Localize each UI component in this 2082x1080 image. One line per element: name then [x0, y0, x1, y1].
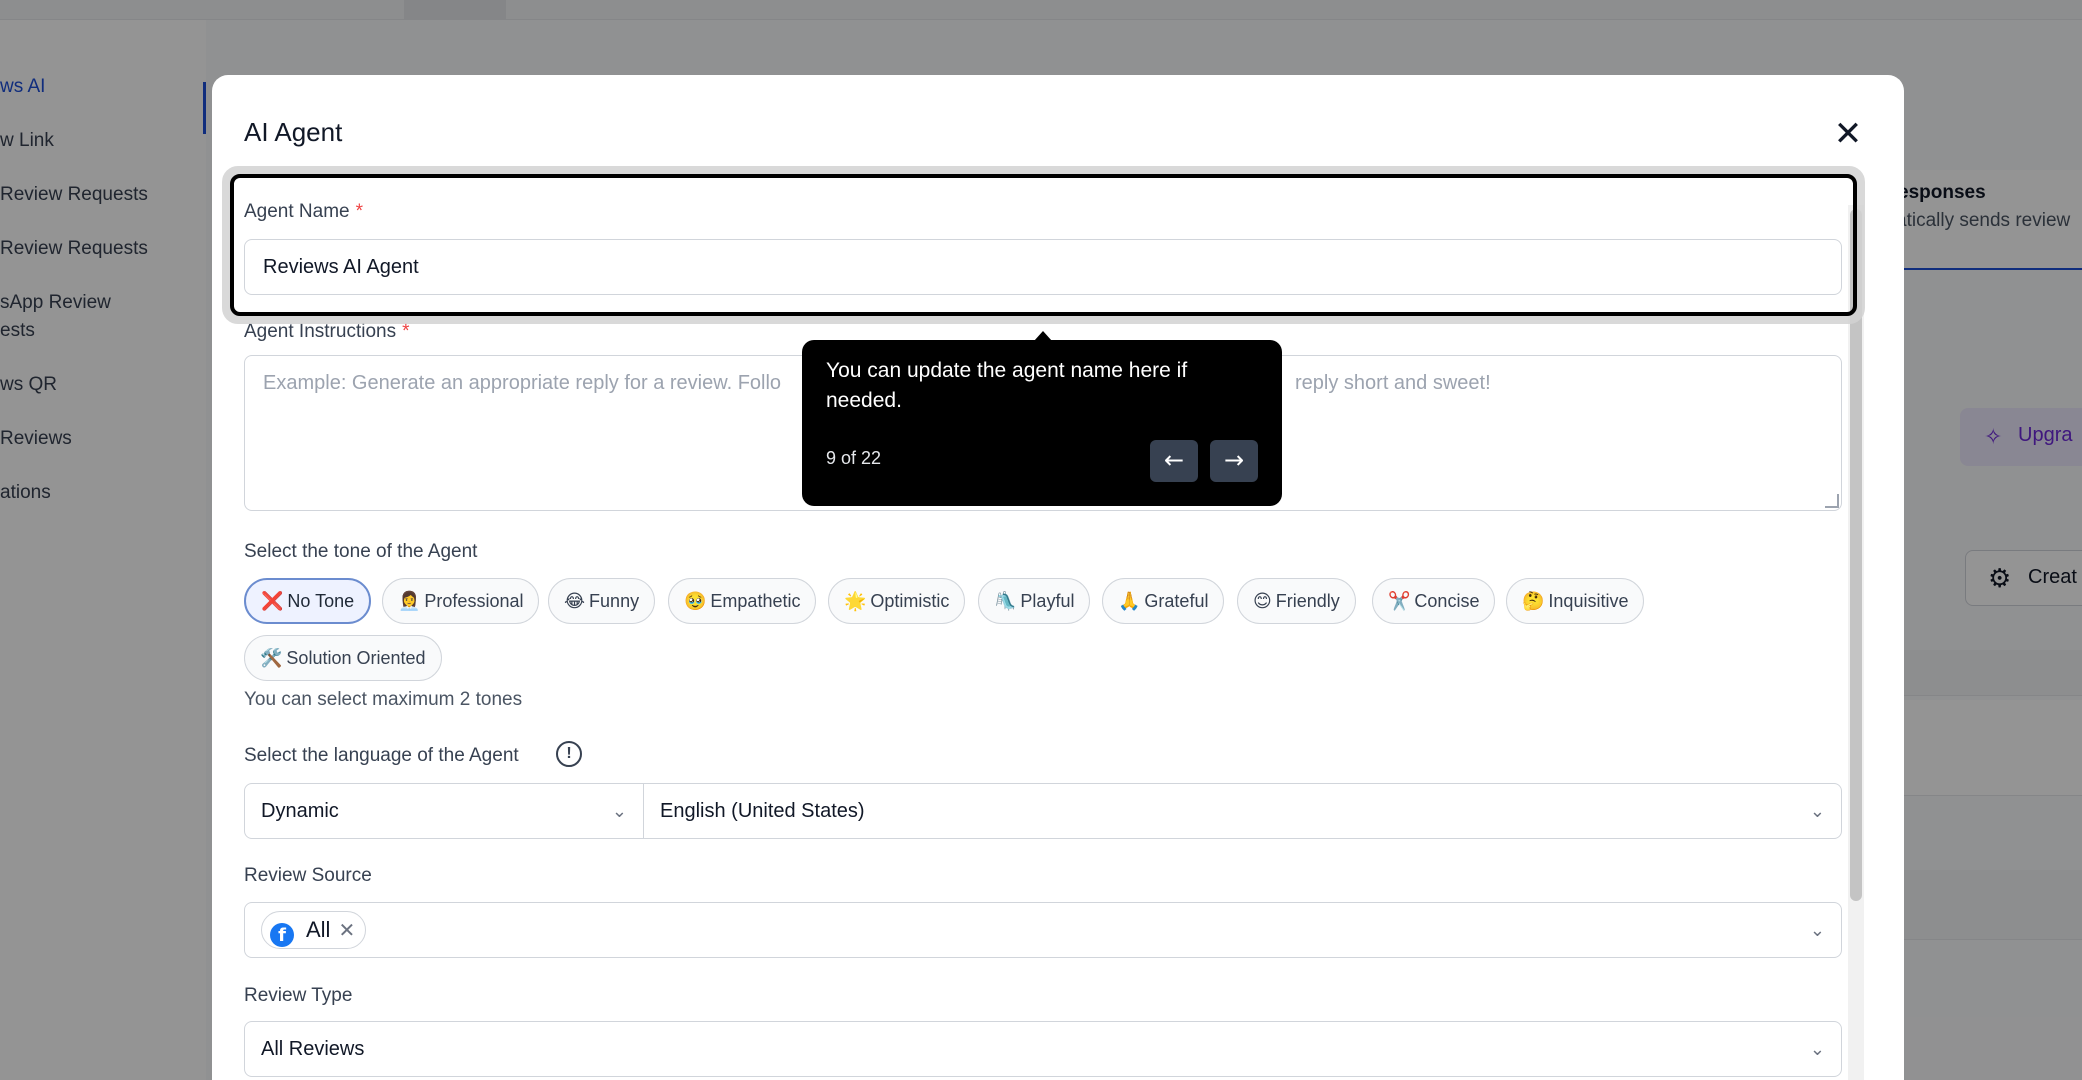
tour-next-button[interactable]: → — [1210, 440, 1258, 482]
review-type-select[interactable]: All Reviews ⌄ — [244, 1021, 1842, 1077]
tooltip-step-counter: 9 of 22 — [826, 448, 882, 468]
chip-label: Professional — [424, 591, 524, 611]
laughing-icon: 😂 — [564, 591, 586, 611]
chip-label: Funny — [589, 591, 640, 611]
source-tag-label: All — [306, 917, 331, 942]
tone-chip-empathetic[interactable]: 🥹 Empathetic — [668, 578, 817, 624]
facebook-icon: f — [270, 923, 294, 947]
tone-chip-no-tone[interactable]: ❌ No Tone — [244, 578, 372, 624]
language-select[interactable]: English (United States) ⌄ — [643, 783, 1842, 839]
tone-chip-solution-oriented[interactable]: 🛠️ Solution Oriented — [244, 635, 442, 681]
agent-name-input[interactable]: Reviews AI Agent — [244, 239, 1842, 295]
agent-name-label-text: Agent Name — [244, 201, 350, 222]
review-source-label: Review Source — [244, 865, 372, 886]
smile-icon: 😊 — [1253, 591, 1272, 611]
close-button[interactable]: ✕ — [1830, 117, 1866, 153]
screen: ws AI w Link Review Requests Review Requ… — [0, 0, 2082, 1080]
instructions-placeholder-left: Example: Generate an appropriate reply f… — [263, 372, 782, 394]
chip-label: Friendly — [1275, 591, 1340, 611]
language-label: Select the language of the Agent — [244, 745, 519, 766]
praying-hands-icon: 🙏 — [1118, 591, 1141, 611]
tone-chip-concise[interactable]: ✂️ Concise — [1372, 578, 1496, 624]
modal-title: AI Agent — [244, 117, 343, 147]
chevron-down-icon: ⌄ — [611, 801, 627, 821]
scrollbar-thumb[interactable] — [1850, 209, 1862, 901]
tone-label: Select the tone of the Agent — [244, 541, 478, 562]
tour-prev-button[interactable]: ← — [1150, 440, 1198, 482]
resize-handle-icon[interactable] — [1825, 494, 1839, 508]
star-icon: 🌟 — [844, 591, 867, 611]
required-mark: * — [402, 321, 410, 342]
tone-chip-inquisitive[interactable]: 🤔 Inquisitive — [1506, 578, 1645, 624]
agent-instructions-label-text: Agent Instructions — [244, 321, 397, 342]
tone-chip-professional[interactable]: 👩‍💼 Professional — [382, 578, 540, 624]
slide-icon: 🛝 — [994, 591, 1017, 611]
teary-face-icon: 🥹 — [684, 591, 707, 611]
review-source-select[interactable]: f All ✕ ⌄ — [244, 902, 1842, 958]
review-type-value: All Reviews — [261, 1038, 365, 1060]
chevron-down-icon: ⌄ — [1809, 1039, 1825, 1059]
ai-agent-modal: AI Agent ✕ Agent Name * Reviews AI Agent … — [212, 75, 1904, 1080]
agent-name-label: Agent Name * — [244, 201, 363, 223]
source-tag-all: f All ✕ — [261, 911, 367, 949]
info-icon[interactable]: ! — [556, 741, 582, 767]
tone-chip-friendly[interactable]: 😊 Friendly — [1237, 578, 1356, 624]
chip-label: Concise — [1414, 591, 1480, 611]
tone-chip-grateful[interactable]: 🙏 Grateful — [1102, 578, 1225, 624]
tone-chip-optimistic[interactable]: 🌟 Optimistic — [828, 578, 966, 624]
professional-icon: 👩‍💼 — [398, 591, 421, 611]
chevron-down-icon: ⌄ — [1809, 801, 1825, 821]
chip-label: No Tone — [287, 591, 355, 611]
agent-instructions-label: Agent Instructions * — [244, 321, 410, 343]
review-type-label: Review Type — [244, 985, 353, 1006]
required-mark: * — [355, 201, 364, 222]
tooltip-arrow — [1034, 331, 1052, 341]
chip-label: Playful — [1020, 591, 1075, 611]
chevron-down-icon: ⌄ — [1809, 920, 1825, 940]
language-mode-value: Dynamic — [261, 800, 339, 822]
thinking-face-icon: 🤔 — [1522, 591, 1545, 611]
language-mode-select[interactable]: Dynamic ⌄ — [244, 783, 644, 839]
tone-chip-playful[interactable]: 🛝 Playful — [978, 578, 1091, 624]
chip-label: Empathetic — [710, 591, 801, 611]
chip-label: Grateful — [1144, 591, 1209, 611]
language-value: English (United States) — [660, 800, 865, 822]
scissors-icon: ✂️ — [1388, 591, 1411, 611]
tooltip-message: You can update the agent name here if ne… — [826, 359, 1188, 412]
chip-label: Solution Oriented — [286, 648, 426, 668]
instructions-placeholder-right: reply short and sweet! — [1295, 372, 1491, 394]
remove-tag-icon[interactable]: ✕ — [338, 920, 355, 942]
cross-icon: ❌ — [261, 591, 284, 611]
chip-label: Optimistic — [870, 591, 950, 611]
chip-label: Inquisitive — [1548, 591, 1629, 611]
tools-icon: 🛠️ — [260, 648, 283, 668]
tour-tooltip: You can update the agent name here if ne… — [802, 331, 1282, 506]
tone-chip-funny[interactable]: 😂 Funny — [548, 578, 656, 624]
tone-hint: You can select maximum 2 tones — [244, 689, 523, 710]
